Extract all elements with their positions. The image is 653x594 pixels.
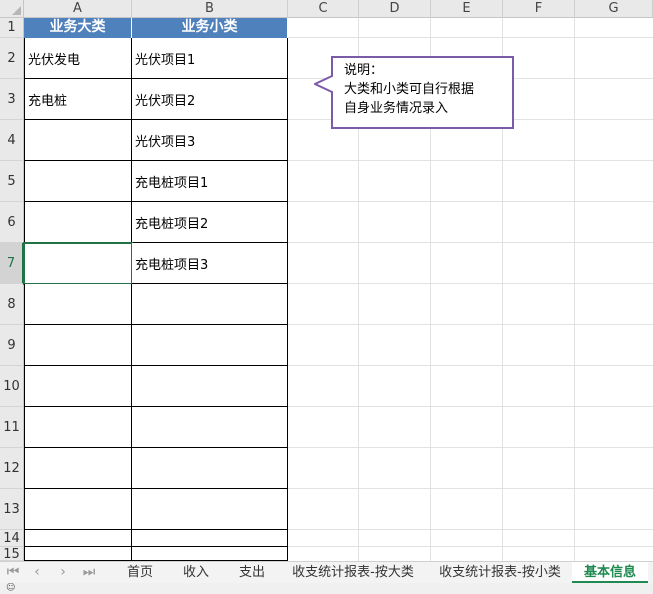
gridline (288, 447, 653, 448)
cell-b9[interactable] (132, 325, 288, 366)
sheet-tab-5[interactable]: 收支统计报表-按小类 (432, 562, 568, 583)
sheet-tab-2[interactable]: 收入 (174, 562, 218, 583)
gridline (288, 488, 653, 489)
cell-a11[interactable] (24, 407, 132, 448)
column-header-e[interactable]: E (431, 0, 503, 18)
sheet-tab-6[interactable]: 基本信息 (572, 562, 648, 583)
row-header-9[interactable]: 9 (0, 325, 24, 366)
row-header-13[interactable]: 13 (0, 489, 24, 530)
column-header-a[interactable]: A (24, 0, 132, 18)
gridline (288, 201, 653, 202)
cell-a4[interactable] (24, 120, 132, 161)
column-header-c[interactable]: C (288, 0, 359, 18)
callout-text: 说明： 大类和小类可自行根据 自身业务情况录入 (344, 63, 475, 116)
cell-b5[interactable]: 充电桩项目1 (132, 161, 288, 202)
accessibility-icon[interactable]: ☺ (6, 584, 15, 593)
cell-b12[interactable] (132, 448, 288, 489)
gridline (574, 18, 575, 561)
cell-b11[interactable] (132, 407, 288, 448)
row-header-12[interactable]: 12 (0, 448, 24, 489)
gridline (288, 365, 653, 366)
row-header-2[interactable]: 2 (0, 38, 24, 79)
cell-b14[interactable] (132, 530, 288, 547)
cell-a2[interactable]: 光伏发电 (24, 38, 132, 79)
gridline (288, 160, 653, 161)
sheet-tab-1[interactable]: 首页 (118, 562, 162, 583)
next-sheet-button[interactable]: › (54, 564, 72, 582)
cell-a14[interactable] (24, 530, 132, 547)
gridline (288, 406, 653, 407)
prev-sheet-button[interactable]: ‹ (28, 564, 46, 582)
cell-b8[interactable] (132, 284, 288, 325)
select-all-corner[interactable] (0, 0, 24, 18)
row-header-7[interactable]: 7 (0, 243, 24, 284)
cell-a8[interactable] (24, 284, 132, 325)
column-header-d[interactable]: D (359, 0, 431, 18)
gridline (288, 283, 653, 284)
cell-b7[interactable]: 充电桩项目3 (132, 243, 288, 284)
gridline (288, 324, 653, 325)
first-sheet-button[interactable]: ⏮ (4, 564, 22, 582)
gridline (288, 37, 653, 38)
cell-a5[interactable] (24, 161, 132, 202)
cell-a15[interactable] (24, 547, 132, 561)
gridline (288, 546, 653, 547)
cell-a9[interactable] (24, 325, 132, 366)
row-header-4[interactable]: 4 (0, 120, 24, 161)
status-bar: ☺ (0, 583, 653, 594)
column-header-b[interactable]: B (132, 0, 288, 18)
header-cell-business-subcategory[interactable]: 业务小类 (132, 18, 288, 38)
column-header-g[interactable]: G (575, 0, 653, 18)
row-header-15[interactable]: 15 (0, 547, 24, 561)
cell-a3[interactable]: 充电桩 (24, 79, 132, 120)
row-header-11[interactable]: 11 (0, 407, 24, 448)
row-header-10[interactable]: 10 (0, 366, 24, 407)
sheet-tab-3[interactable]: 支出 (230, 562, 274, 583)
cell-b4[interactable]: 光伏项目3 (132, 120, 288, 161)
cell-b15[interactable] (132, 547, 288, 561)
column-header-f[interactable]: F (503, 0, 575, 18)
gridline (288, 529, 653, 530)
row-header-14[interactable]: 14 (0, 530, 24, 547)
row-header-1[interactable]: 1 (0, 18, 24, 38)
cell-b10[interactable] (132, 366, 288, 407)
cell-a12[interactable] (24, 448, 132, 489)
cell-b3[interactable]: 光伏项目2 (132, 79, 288, 120)
last-sheet-button[interactable]: ⏭ (80, 564, 98, 582)
spreadsheet-grid[interactable]: ABCDEFG 1 2 3 4 5 6 7 8 9 10 11 12 13 14 15 业务大类 业务小类 光伏… (0, 0, 653, 561)
row-header-3[interactable]: 3 (0, 79, 24, 120)
cell-a10[interactable] (24, 366, 132, 407)
note-callout[interactable]: 说明： 大类和小类可自行根据 自身业务情况录入 (314, 56, 515, 129)
cell-b6[interactable]: 充电桩项目2 (132, 202, 288, 243)
cell-a13[interactable] (24, 489, 132, 530)
header-cell-business-category[interactable]: 业务大类 (24, 18, 132, 38)
cell-b13[interactable] (132, 489, 288, 530)
row-header-8[interactable]: 8 (0, 284, 24, 325)
row-header-5[interactable]: 5 (0, 161, 24, 202)
sheet-tab-bar: ⏮ ‹ › ⏭ 首页 收入 支出 收支统计报表-按大类 收支统计报表-按小类 基本信息 (0, 561, 653, 583)
row-header-6[interactable]: 6 (0, 202, 24, 243)
cell-b2[interactable]: 光伏项目1 (132, 38, 288, 79)
gridline (288, 242, 653, 243)
cell-a7[interactable] (23, 242, 133, 285)
cell-a6[interactable] (24, 202, 132, 243)
sheet-tab-4[interactable]: 收支统计报表-按大类 (285, 562, 421, 583)
